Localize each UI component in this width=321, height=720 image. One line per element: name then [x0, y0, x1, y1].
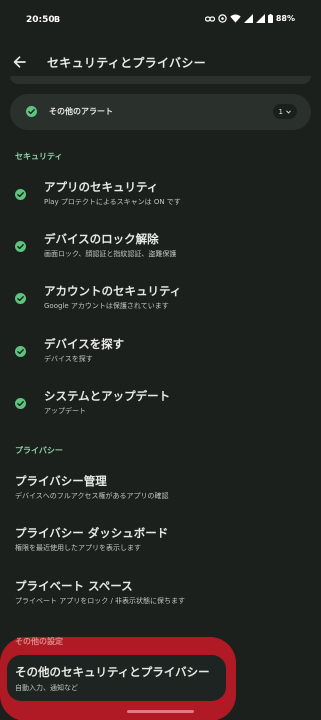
list-item-title: プライバシー管理: [15, 474, 107, 488]
alert-count-badge[interactable]: 1: [272, 104, 297, 119]
other-alerts-card[interactable]: その他のアラート 1: [10, 94, 311, 130]
list-item-subtitle: Play プロテクトによるスキャンは ON です: [44, 198, 181, 206]
list-item-subtitle: 画面ロック、顔認証と指紋認証、盗難保護: [44, 250, 177, 258]
status-time: 20:50: [26, 15, 55, 25]
arrow-back-icon: [13, 56, 26, 68]
chevron-down-icon: [286, 109, 291, 114]
check-circle-icon: [15, 189, 26, 200]
security-privacy-screen: 20:50 B 88% セキュリティとプライバシー その他のアラート 1 セキュ…: [0, 0, 321, 720]
battery-percent: 88%: [275, 14, 295, 23]
wifi-icon: [230, 14, 241, 23]
link-icon: [204, 15, 215, 22]
list-item-title: その他のセキュリティとプライバシー: [15, 665, 210, 679]
list-item-title: アカウントのセキュリティ: [44, 284, 182, 298]
previous-card-edge: [10, 76, 311, 84]
list-item-subtitle: Google アカウントは保護されています: [44, 302, 169, 310]
section-header-security: セキュリティ: [15, 152, 63, 161]
list-item-subtitle: 権限を最近使用したアプリを表示します: [15, 544, 141, 552]
page-title: セキュリティとプライバシー: [47, 56, 206, 70]
app-bar: セキュリティとプライバシー: [0, 44, 321, 80]
status-icons: 88%: [204, 14, 295, 23]
list-item-subtitle: デバイスへのフルアクセス権があるアプリの確認: [15, 492, 169, 500]
list-item-title: デバイスのロック解除: [44, 232, 159, 246]
list-item-subtitle: プライベート アプリをロック / 非表示状態に保ちます: [15, 597, 186, 605]
status-notification-glyph: B: [54, 15, 61, 24]
list-item-subtitle: 自動入力、通知など: [15, 684, 78, 692]
check-circle-icon: [15, 241, 26, 252]
list-item-subtitle: アップデート: [44, 407, 86, 415]
check-circle-icon: [26, 106, 37, 117]
signal-icon: [255, 14, 265, 23]
section-header-privacy: プライバシー: [15, 446, 63, 455]
list-item-title: プライベート スペース: [15, 579, 133, 593]
alert-count: 1: [278, 107, 283, 116]
status-bar: 20:50 B 88%: [0, 0, 321, 40]
battery-icon: [267, 14, 273, 23]
section-header-other: その他の設定: [15, 637, 63, 646]
list-item-subtitle: デバイスを探す: [44, 355, 93, 363]
list-item-title: デバイスを探す: [44, 337, 125, 351]
list-item-more-security-privacy[interactable]: その他のセキュリティとプライバシー 自動入力、通知など: [7, 655, 226, 701]
back-button[interactable]: [9, 52, 29, 72]
gesture-nav-handle[interactable]: [127, 710, 194, 713]
other-alerts-label: その他のアラート: [49, 107, 113, 116]
signal-icon: [243, 14, 253, 23]
check-circle-icon: [15, 293, 26, 304]
vibrate-icon: [218, 14, 227, 23]
check-circle-icon: [15, 346, 26, 357]
check-circle-icon: [15, 398, 26, 409]
list-item-title: システムとアップデート: [44, 389, 171, 403]
list-item-title: アプリのセキュリティ: [44, 180, 159, 194]
list-item-title: プライバシー ダッシュボード: [15, 526, 169, 540]
